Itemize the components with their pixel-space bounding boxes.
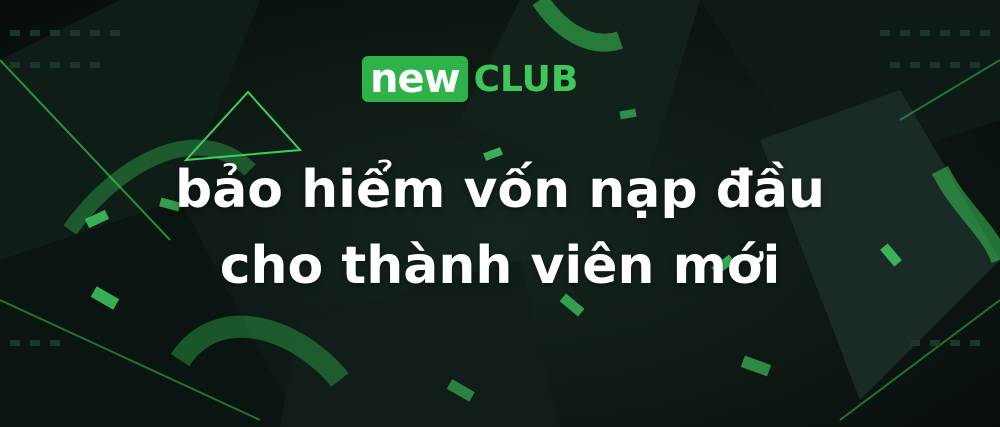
confetti-shard <box>559 293 585 317</box>
confetti-shard <box>740 355 772 377</box>
logo-badge: new <box>362 56 468 102</box>
headline-line-2: CHO THành viên mới <box>219 236 781 296</box>
promo-banner: new CLUB Bảo Hiểm vốn nạp đầu CHO THành … <box>0 0 1000 427</box>
logo-name: CLUB <box>473 58 579 100</box>
brand-logo: new CLUB <box>362 56 578 102</box>
confetti-shard <box>483 147 503 161</box>
headline-line-1: Bảo Hiểm vốn nạp đầu <box>174 160 826 220</box>
